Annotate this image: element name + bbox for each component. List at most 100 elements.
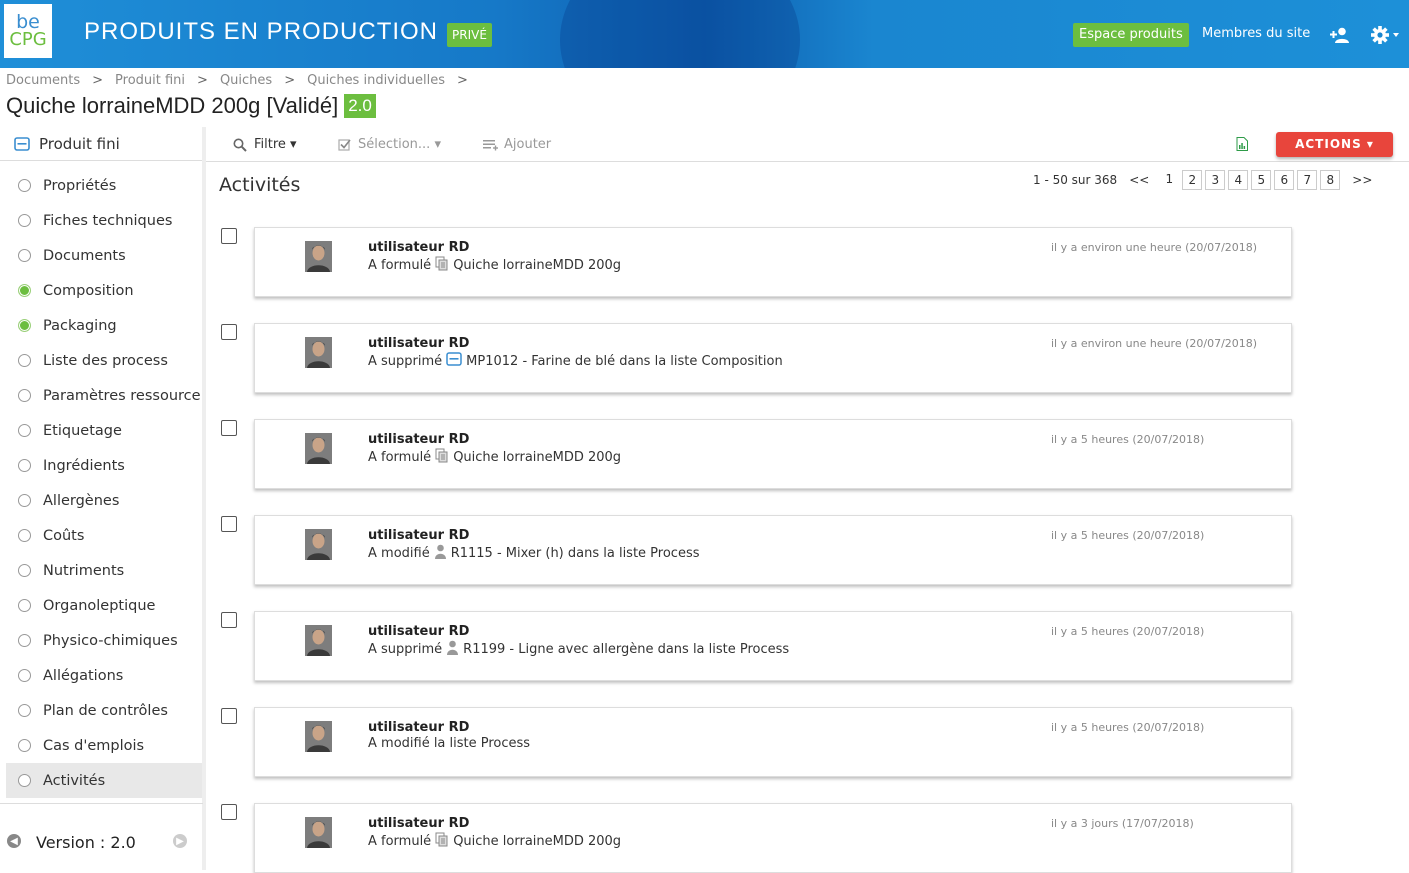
product-icon [14, 136, 30, 151]
pagination: 1 - 50 sur 368 << 1 2 3 4 5 6 7 8 >> [1033, 170, 1372, 190]
activity-item: utilisateur RD A supprimé MP1012 - Farine … [254, 323, 1292, 393]
breadcrumb-quiches[interactable]: Quiches [220, 73, 272, 88]
sidebar-item-documents[interactable]: Documents [6, 238, 202, 273]
filter-button[interactable]: Filtre ▾ [233, 137, 297, 152]
activity-checkbox[interactable] [221, 516, 237, 532]
pagination-prev[interactable]: << [1129, 173, 1149, 187]
status-radio-icon [18, 669, 31, 682]
pagination-page-8[interactable]: 8 [1320, 170, 1341, 190]
status-radio-icon [18, 319, 31, 332]
sidebar-item-label: Allergènes [43, 492, 120, 509]
activity-checkbox[interactable] [221, 228, 237, 244]
sidebar-item-label: Liste des process [43, 352, 168, 369]
members-link[interactable]: Membres du site [1202, 26, 1310, 41]
breadcrumb-quiches-individuelles[interactable]: Quiches individuelles [307, 73, 445, 88]
add-button[interactable]: Ajouter [482, 137, 551, 152]
breadcrumb-produit-fini[interactable]: Produit fini [115, 73, 185, 88]
activity-target-link[interactable]: Quiche lorraineMDD 200g [453, 258, 621, 273]
left-panel: Produit fini Propriétés Fiches technique… [0, 127, 206, 870]
breadcrumb-documents[interactable]: Documents [6, 73, 80, 88]
avatar[interactable] [305, 433, 332, 464]
export-excel-icon[interactable] [1236, 137, 1248, 151]
status-radio-icon [18, 599, 31, 612]
sidebar-item-proprietes[interactable]: Propriétés [6, 168, 202, 203]
activity-user[interactable]: utilisateur RD [368, 240, 469, 255]
activity-target-link[interactable]: Quiche lorraineMDD 200g [453, 834, 621, 849]
activity-checkbox[interactable] [221, 708, 237, 724]
page-title: Quiche lorraineMDD 200g [Validé] 2.0 [6, 93, 376, 119]
avatar[interactable] [305, 625, 332, 656]
sidebar-item-packaging[interactable]: Packaging [6, 308, 202, 343]
pagination-page-4[interactable]: 4 [1228, 170, 1249, 190]
activity-verb: A formulé [368, 450, 432, 465]
next-version-icon[interactable]: ▶ [173, 834, 187, 848]
raw-material-icon [446, 352, 462, 370]
resource-icon [434, 544, 447, 563]
sidebar-item-physico-chimiques[interactable]: Physico-chimiques [6, 623, 202, 658]
sidebar-item-etiquetage[interactable]: Etiquetage [6, 413, 202, 448]
sidebar-item-fiches-techniques[interactable]: Fiches techniques [6, 203, 202, 238]
sidebar-item-parametres-ressource[interactable]: Paramètres ressource [6, 378, 202, 413]
avatar[interactable] [305, 721, 332, 752]
status-radio-icon [18, 214, 31, 227]
status-radio-icon [18, 634, 31, 647]
sidebar-item-composition[interactable]: Composition [6, 273, 202, 308]
activity-checkbox[interactable] [221, 804, 237, 820]
pagination-range: 1 - 50 sur 368 [1033, 173, 1118, 187]
sidebar-item-couts[interactable]: Coûts [6, 518, 202, 553]
activity-date: il y a 5 heures (20/07/2018) [1051, 625, 1205, 638]
pagination-current: 1 [1165, 172, 1174, 186]
sidebar-item-organoleptique[interactable]: Organoleptique [6, 588, 202, 623]
activity-user[interactable]: utilisateur RD [368, 624, 469, 639]
activity-user[interactable]: utilisateur RD [368, 528, 469, 543]
sidebar-item-allergenes[interactable]: Allergènes [6, 483, 202, 518]
pagination-next[interactable]: >> [1352, 173, 1372, 187]
activity-user[interactable]: utilisateur RD [368, 720, 469, 735]
activity-target-link[interactable]: Quiche lorraineMDD 200g [453, 450, 621, 465]
panel-splitter[interactable] [202, 127, 206, 870]
activity-user[interactable]: utilisateur RD [368, 432, 469, 447]
pagination-page-7[interactable]: 7 [1297, 170, 1318, 190]
sidebar-item-plan-de-controles[interactable]: Plan de contrôles [6, 693, 202, 728]
activity-target-link[interactable]: MP1012 - Farine de blé dans la liste Com… [466, 354, 783, 369]
activity-checkbox[interactable] [221, 420, 237, 436]
toolbar: Filtre ▾ Sélection... ▾ Ajouter ACTIONS … [206, 127, 1409, 162]
avatar[interactable] [305, 529, 332, 560]
activity-checkbox[interactable] [221, 324, 237, 340]
pagination-page-2[interactable]: 2 [1182, 170, 1203, 190]
espace-produits-button[interactable]: Espace produits [1073, 23, 1189, 47]
sidebar-item-cas-demplois[interactable]: Cas d'emplois [6, 728, 202, 763]
activity-checkbox[interactable] [221, 612, 237, 628]
avatar[interactable] [305, 337, 332, 368]
activity-target-link[interactable]: R1199 - Ligne avec allergène dans la lis… [463, 642, 789, 657]
sidebar-item-nutriments[interactable]: Nutriments [6, 553, 202, 588]
avatar[interactable] [305, 241, 332, 272]
sidebar-item-activites[interactable]: Activités [6, 763, 202, 798]
status-radio-icon [18, 774, 31, 787]
sidebar-item-liste-des-process[interactable]: Liste des process [6, 343, 202, 378]
actions-button[interactable]: ACTIONS ▾ [1276, 132, 1393, 157]
activity-item: utilisateur RD A supprimé R1199 - Ligne av… [254, 611, 1292, 681]
activity-user[interactable]: utilisateur RD [368, 816, 469, 831]
gear-icon[interactable] [1370, 25, 1400, 45]
pagination-page-3[interactable]: 3 [1205, 170, 1226, 190]
site-header: be CPG PRODUITS EN PRODUCTION PRIVÉ Espa… [0, 0, 1409, 68]
selection-button[interactable]: Sélection... ▾ [338, 137, 441, 152]
activity-user[interactable]: utilisateur RD [368, 336, 469, 351]
previous-version-icon[interactable]: ◀ [7, 834, 21, 848]
avatar[interactable] [305, 817, 332, 848]
sidebar-item-label: Fiches techniques [43, 212, 173, 229]
pagination-page-6[interactable]: 6 [1274, 170, 1295, 190]
checkbox-icon [338, 139, 351, 151]
pagination-page-5[interactable]: 5 [1251, 170, 1272, 190]
sidebar-item-label: Cas d'emplois [43, 737, 145, 754]
document-icon [435, 256, 449, 275]
becpg-logo[interactable]: be CPG [4, 4, 52, 58]
sidebar-item-label: Coûts [43, 527, 85, 544]
activity-verb: A supprimé [368, 353, 443, 369]
sidebar-item-ingredients[interactable]: Ingrédients [6, 448, 202, 483]
activity-target-link[interactable]: R1115 - Mixer (h) dans la liste Process [451, 546, 700, 561]
sidebar-nav: Propriétés Fiches techniques Documents C… [0, 168, 202, 798]
add-user-icon[interactable] [1330, 27, 1350, 43]
sidebar-item-allegations[interactable]: Allégations [6, 658, 202, 693]
